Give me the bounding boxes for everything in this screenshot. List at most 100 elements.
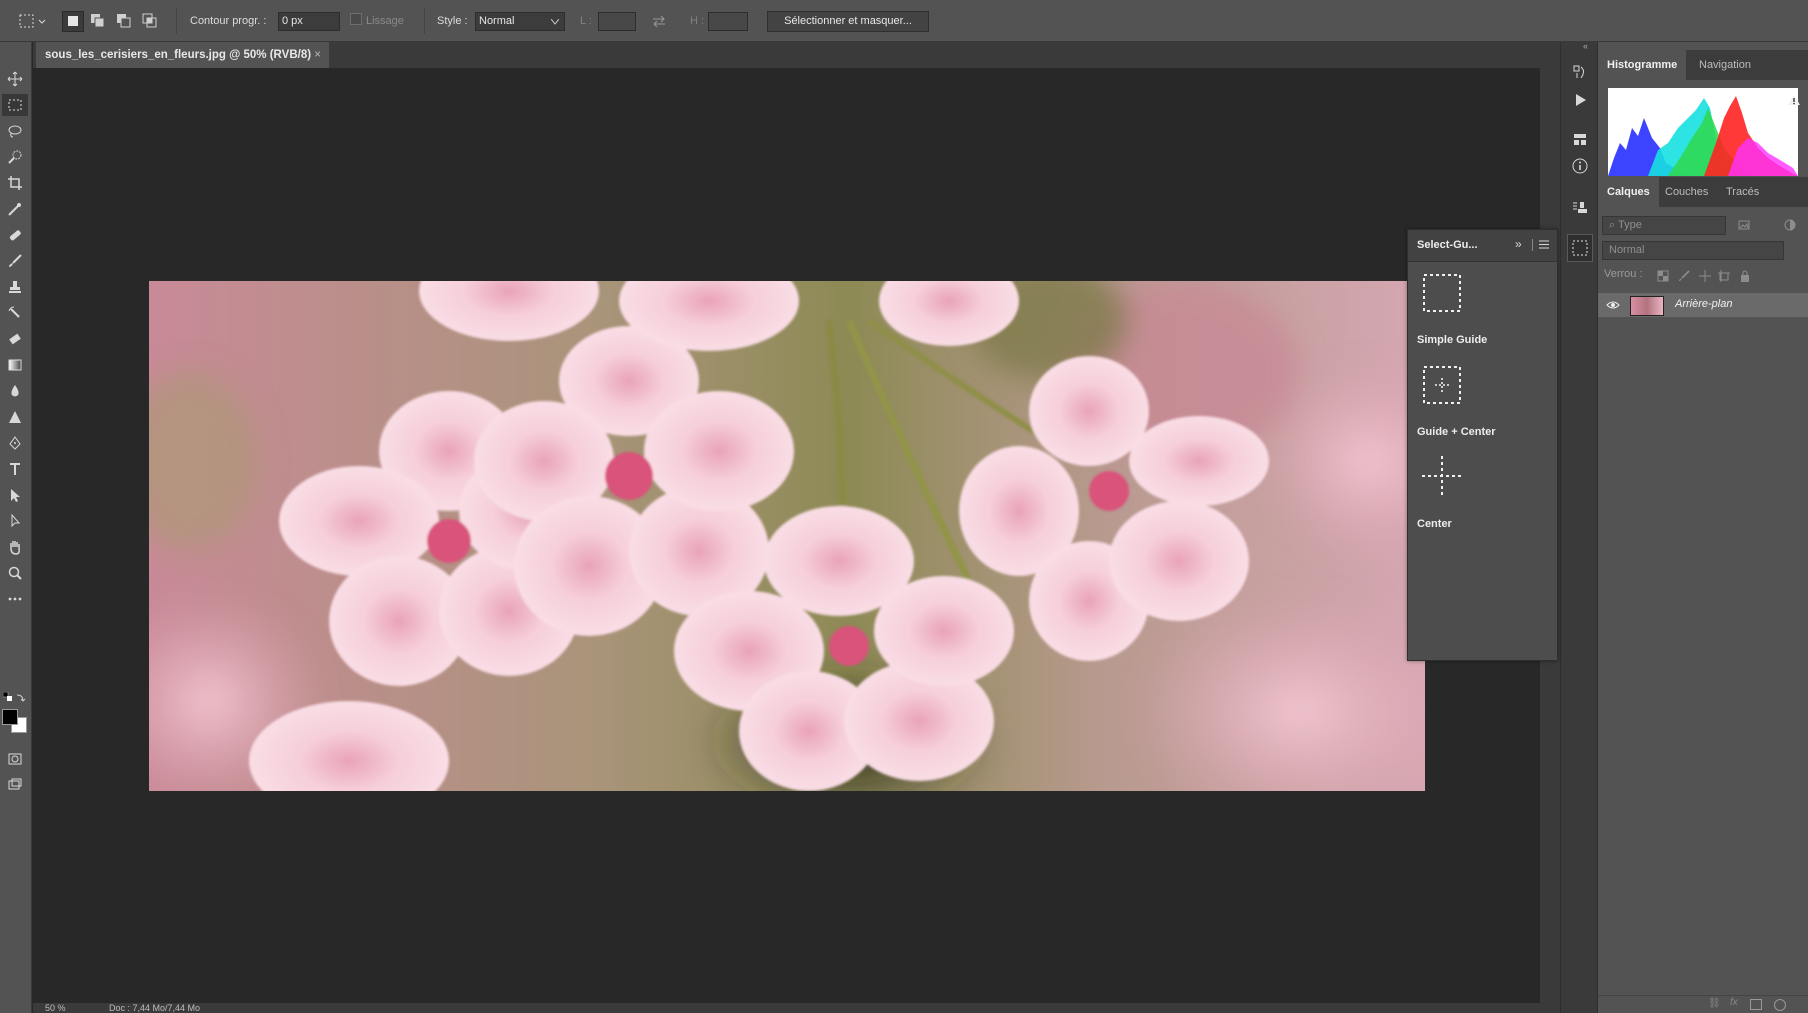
collapse-panel-icon[interactable]: » <box>1515 237 1522 251</box>
toolbar-divider <box>176 8 177 34</box>
crop-icon <box>8 176 22 190</box>
layer-thumbnail <box>1630 296 1664 316</box>
play-icon <box>1576 94 1586 106</box>
dashed-rect-icon <box>1423 274 1461 312</box>
antialias-checkbox[interactable]: Lissage <box>350 12 404 31</box>
move-icon <box>7 71 23 87</box>
pen-tool[interactable] <box>2 432 28 454</box>
panel-menu-icon[interactable] <box>1539 240 1549 249</box>
zoom-tool[interactable] <box>2 562 28 584</box>
default-colors-button[interactable] <box>2 691 13 702</box>
info-icon <box>1572 158 1588 174</box>
guide-center-label[interactable]: Guide + Center <box>1417 426 1496 438</box>
lock-transparent-button[interactable] <box>1657 270 1669 285</box>
quick-mask-button[interactable] <box>2 748 28 770</box>
swap-width-height-button[interactable] <box>650 12 668 31</box>
subtract-from-selection-button[interactable] <box>114 11 136 32</box>
marquee-tool[interactable] <box>2 94 28 116</box>
quick-selection-tool[interactable] <box>2 146 28 168</box>
filter-adjust-button[interactable] <box>1784 219 1796 231</box>
height-input[interactable] <box>708 12 748 31</box>
swap-colors-icon <box>16 694 26 702</box>
search-icon: ⌕ <box>1609 219 1619 231</box>
tab-layers[interactable]: Calques <box>1598 177 1659 207</box>
adjustment-layer-icon[interactable] <box>1774 999 1786 1011</box>
collapse-dock-icon[interactable]: « <box>1583 42 1595 51</box>
gradient-tool[interactable] <box>2 354 28 376</box>
type-icon <box>10 463 20 475</box>
crop-tool[interactable] <box>2 172 28 194</box>
center-label[interactable]: Center <box>1417 518 1452 530</box>
spot-healing-tool[interactable] <box>2 224 28 246</box>
eye-icon[interactable] <box>1606 299 1620 311</box>
document-image[interactable] <box>149 281 1425 791</box>
type-tool[interactable] <box>2 458 28 480</box>
center-button[interactable] <box>1422 456 1462 496</box>
clone-stamp-tool[interactable] <box>2 276 28 298</box>
lock-all-button[interactable] <box>1739 270 1751 285</box>
checker-icon <box>1657 270 1669 282</box>
zoom-readout[interactable]: 50 % <box>45 1003 66 1013</box>
eyedropper-tool[interactable] <box>2 198 28 220</box>
screen-mode-button[interactable] <box>2 774 28 796</box>
intersect-selection-icon <box>142 13 157 28</box>
foreground-color-swatch[interactable] <box>2 709 18 725</box>
brush-tool[interactable] <box>2 250 28 272</box>
document-info[interactable]: Doc : 7,44 Mo/7,44 Mo <box>109 1003 200 1013</box>
swap-colors-button[interactable] <box>16 692 26 702</box>
fx-icon[interactable]: fx <box>1730 997 1738 1008</box>
layers-footer: ⛓ fx <box>1598 995 1808 1013</box>
path-selection-tool[interactable] <box>2 484 28 506</box>
eraser-tool[interactable] <box>2 328 28 350</box>
guide-center-button[interactable] <box>1422 365 1462 405</box>
link-layers-icon[interactable]: ⛓ <box>1708 998 1721 1009</box>
shape-tool[interactable] <box>2 510 28 532</box>
history-panel-button[interactable] <box>1567 60 1593 84</box>
blur-tool[interactable] <box>2 380 28 402</box>
bandage-icon <box>9 230 21 241</box>
mask-icon[interactable] <box>1750 999 1762 1010</box>
hand-tool[interactable] <box>2 536 28 558</box>
more-tools-button[interactable] <box>2 588 28 610</box>
layer-name[interactable]: Arrière-plan <box>1675 298 1732 310</box>
filter-image-button[interactable] <box>1738 219 1750 231</box>
marquee-preset-picker[interactable] <box>18 12 48 31</box>
warning-icon[interactable] <box>1787 94 1801 106</box>
tab-navigation[interactable]: Navigation <box>1690 50 1760 80</box>
info-panel-button[interactable] <box>1567 154 1593 178</box>
lock-icon <box>1741 270 1749 282</box>
properties-panel-button[interactable] <box>1567 128 1593 152</box>
style-select[interactable]: Normal <box>475 12 565 31</box>
add-to-selection-button[interactable] <box>88 11 110 32</box>
simple-guide-label[interactable]: Simple Guide <box>1417 334 1487 346</box>
close-tab-button[interactable]: × <box>314 42 321 68</box>
move-tool[interactable] <box>2 68 28 90</box>
new-selection-button[interactable] <box>62 11 84 32</box>
intersect-selection-button[interactable] <box>140 11 162 32</box>
layer-filter-input[interactable]: ⌕ Type <box>1602 216 1726 235</box>
brush-icon <box>9 254 22 267</box>
document-tab[interactable]: sous_les_cerisiers_en_fleurs.jpg @ 50% (… <box>36 42 329 68</box>
layer-row[interactable]: Arrière-plan <box>1598 293 1808 317</box>
select-and-mask-button[interactable]: Sélectionner et masquer... <box>767 11 929 32</box>
libraries-panel-button[interactable] <box>1567 196 1593 220</box>
tab-channels[interactable]: Couches <box>1656 177 1717 207</box>
properties-icon <box>1574 134 1586 145</box>
simple-guide-button[interactable] <box>1422 273 1462 313</box>
tab-paths[interactable]: Tracés <box>1717 177 1768 207</box>
select-guide-panel-button[interactable] <box>1567 234 1593 262</box>
crosshair-icon <box>1422 456 1462 496</box>
blend-mode-select[interactable]: Normal <box>1602 241 1784 260</box>
actions-panel-button[interactable] <box>1567 88 1593 112</box>
width-input[interactable] <box>598 12 636 31</box>
adjustment-filter-icon <box>1784 219 1796 231</box>
lasso-tool[interactable] <box>2 120 28 142</box>
lock-pixels-button[interactable] <box>1678 270 1690 285</box>
dodge-tool[interactable] <box>2 406 28 428</box>
history-brush-tool[interactable] <box>2 302 28 324</box>
lock-artboard-button[interactable] <box>1718 270 1730 285</box>
lock-position-button[interactable] <box>1699 270 1711 285</box>
tab-histogram[interactable]: Histogramme <box>1598 50 1687 80</box>
style-label: Style : <box>437 15 468 27</box>
feather-input[interactable]: 0 px <box>278 12 340 31</box>
